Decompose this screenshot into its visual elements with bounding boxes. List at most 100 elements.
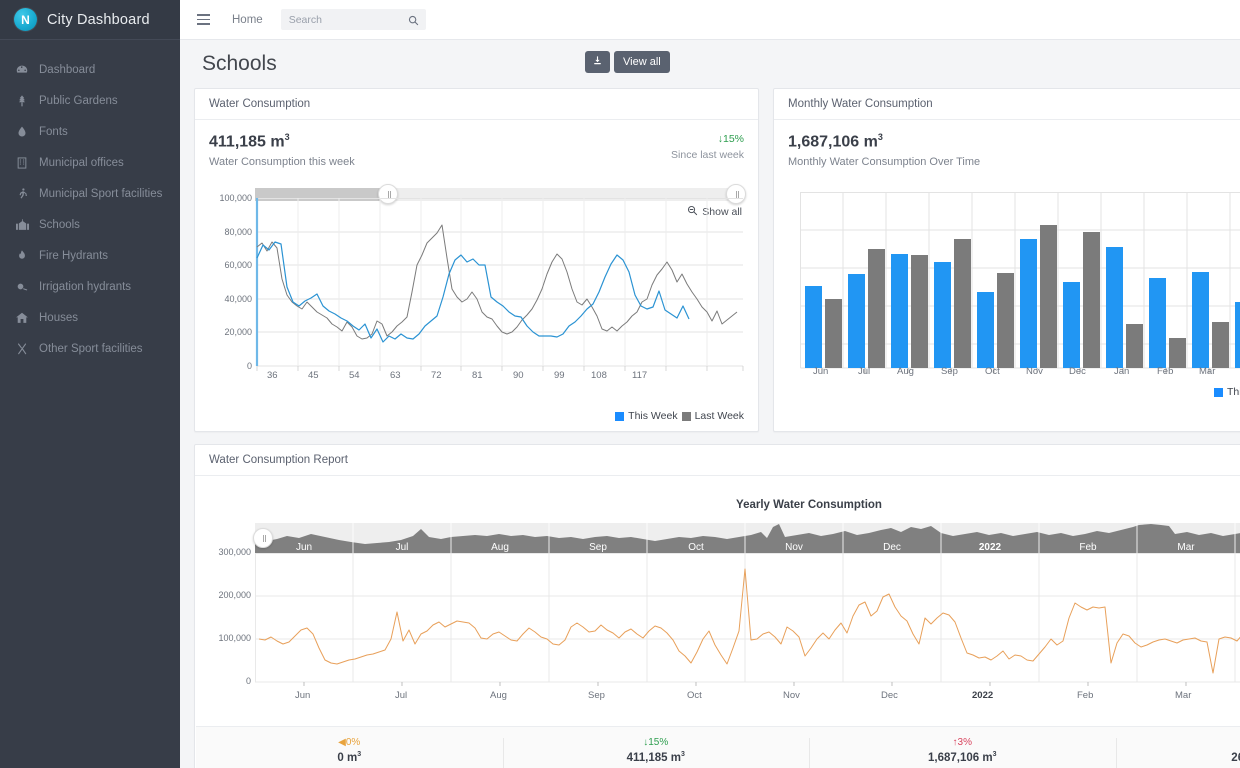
search-box[interactable] [280, 9, 426, 31]
stat-monthly-consumption: ↑3% 1,687,106 m3 MONTHLY CONSUMPTION [809, 727, 1116, 768]
y-tick: 300,000 [218, 547, 251, 557]
x-tick: 36 [267, 370, 278, 381]
card-header: Monthly Water Consumption [774, 89, 1240, 120]
legend-item-this-week[interactable]: This Week [615, 410, 678, 422]
legend-swatch [681, 411, 691, 421]
brand[interactable]: N City Dashboard [0, 0, 180, 40]
y-tick: 20,000 [224, 327, 252, 337]
stat-value: 0 m3 [337, 750, 362, 764]
hamburger-icon[interactable] [186, 14, 220, 25]
navigator-handle-left[interactable] [253, 528, 273, 548]
sidebar-item-public-gardens[interactable]: Public Gardens [0, 85, 180, 116]
stat-daily-consumption: ◀0% 0 m3 DAILY CONSUMPTION [196, 727, 503, 768]
stats-strip: ◀0% 0 m3 DAILY CONSUMPTION ↓15% 411,185 … [196, 726, 1240, 768]
topbar: Home [180, 0, 1240, 40]
sidebar-item-label: Dashboard [39, 63, 96, 76]
kpi-since-label: Since last week [671, 149, 744, 161]
x-tick: Jun [295, 690, 311, 701]
yearly-chart-svg [255, 553, 1240, 686]
kpi-value: 411,185 m3 [209, 132, 290, 151]
navigator-label: Feb [1079, 542, 1097, 553]
monthly-bar-chart[interactable]: Jun Jul Aug Sep Oct Nov Dec Jan Feb Mar … [774, 182, 1240, 430]
weekly-chart-svg [255, 198, 744, 371]
sidebar-item-label: Municipal offices [39, 156, 124, 169]
weekly-line-chart[interactable]: Show all 100,000 80,000 60,000 40,000 20… [195, 182, 758, 430]
sidebar-item-fonts[interactable]: Fonts [0, 116, 180, 147]
sidebar-item-schools[interactable]: Schools [0, 209, 180, 240]
navigator-label: Nov [785, 542, 803, 553]
y-tick: 100,000 [219, 193, 252, 203]
legend-item-last-week[interactable]: Last Week [681, 410, 744, 422]
cards-row: Water Consumption 411,185 m3 Water Consu… [194, 88, 1240, 434]
page-content: Schools View all Water Consumption 411,1… [180, 40, 1240, 768]
tree-icon [15, 94, 35, 108]
view-all-button[interactable]: View all [614, 51, 670, 73]
stat-yearly-consumption: ↑0% 26,186,044 m3 YEARLY CONSUMPTION [1115, 727, 1240, 768]
sidebar-item-label: Irrigation hydrants [39, 280, 132, 293]
x-tick: 117 [632, 370, 648, 381]
yearly-line-chart[interactable]: Jun Jul Aug Sep Oct Nov Dec 2022 Feb Mar… [195, 523, 1240, 723]
kpi-block: 1,687,106 m3 Monthly Water Consumption O… [774, 120, 1240, 182]
sidebar-item-label: Houses [39, 311, 78, 324]
status-badge: ↓15% [643, 736, 669, 748]
x-tick: Sep [588, 690, 605, 701]
y-tick: 80,000 [224, 227, 252, 237]
x-tick: 108 [591, 370, 607, 381]
x-tick: Mar [1199, 366, 1216, 377]
home-link[interactable]: Home [232, 14, 263, 26]
droplet-icon [15, 125, 35, 139]
navigator-label: Dec [883, 542, 901, 553]
card-header: Water Consumption Report [195, 445, 1240, 476]
x-tick: 54 [349, 370, 360, 381]
running-icon [15, 187, 35, 201]
x-tick: Feb [1157, 366, 1174, 377]
search-icon[interactable] [408, 13, 419, 31]
status-badge: ↓15% [717, 133, 744, 145]
search-input[interactable] [280, 9, 426, 30]
legend-item-this-year[interactable]: This Year [1214, 386, 1240, 398]
x-tick: Dec [1069, 366, 1086, 377]
navigator-label: 2022 [979, 542, 1002, 553]
x-tick: Mar [1175, 690, 1192, 701]
sidebar-item-houses[interactable]: Houses [0, 302, 180, 333]
x-tick: Aug [490, 690, 507, 701]
sport-icon [15, 342, 35, 356]
stat-value: 26,186,044 m3 [1231, 751, 1240, 764]
x-tick: Jun [813, 366, 829, 377]
chart-legend: This Year Last Year [1214, 386, 1240, 398]
navigator-label: Sep [589, 542, 607, 553]
page-title: Schools [202, 52, 277, 75]
card-water-consumption-report: Water Consumption Report Yearly Water Co… [194, 444, 1240, 768]
status-badge: ↑3% [952, 736, 972, 748]
page-header-actions: View all [585, 51, 670, 73]
yearly-navigator[interactable]: Jun Jul Aug Sep Oct Nov Dec 2022 Feb Mar… [255, 523, 1240, 553]
sidebar-item-municipal-offices[interactable]: Municipal offices [0, 147, 180, 178]
sidebar-item-municipal-sport-facilities[interactable]: Municipal Sport facilities [0, 178, 180, 209]
page-header: Schools View all [180, 40, 1240, 88]
arrow-flat-icon: ◀ [338, 736, 346, 748]
sidebar-item-irrigation-hydrants[interactable]: Irrigation hydrants [0, 271, 180, 302]
x-tick: 99 [554, 370, 565, 381]
x-tick: 63 [390, 370, 401, 381]
sidebar-item-dashboard[interactable]: Dashboard [0, 54, 180, 85]
sidebar-item-other-sport-facilities[interactable]: Other Sport facilities [0, 333, 180, 364]
navigator-label: Mar [1177, 542, 1195, 553]
download-button[interactable] [585, 51, 610, 73]
kpi-subtitle: Monthly Water Consumption Over Time [788, 156, 981, 169]
x-tick: Oct [687, 690, 702, 701]
sidebar-item-fire-hydrants[interactable]: Fire Hydrants [0, 240, 180, 271]
sidebar-nav: Dashboard Public Gardens Fonts Municipal… [0, 40, 180, 364]
x-tick: Nov [783, 690, 800, 701]
x-tick: Aug [897, 366, 914, 377]
x-tick: 2022 [972, 690, 994, 701]
house-icon [15, 311, 35, 325]
series-this-week [256, 241, 690, 343]
sidebar-item-label: Fonts [39, 125, 68, 138]
y-tick: 100,000 [218, 633, 251, 643]
legend-swatch [1214, 387, 1223, 397]
kpi-value: 1,687,106 m3 [788, 132, 883, 151]
legend-swatch [615, 411, 625, 421]
legend-label: Last Week [694, 410, 744, 422]
chart-legend: This Week Last Week [615, 410, 744, 422]
kpi-subtitle: Water Consumption this week [209, 156, 355, 169]
